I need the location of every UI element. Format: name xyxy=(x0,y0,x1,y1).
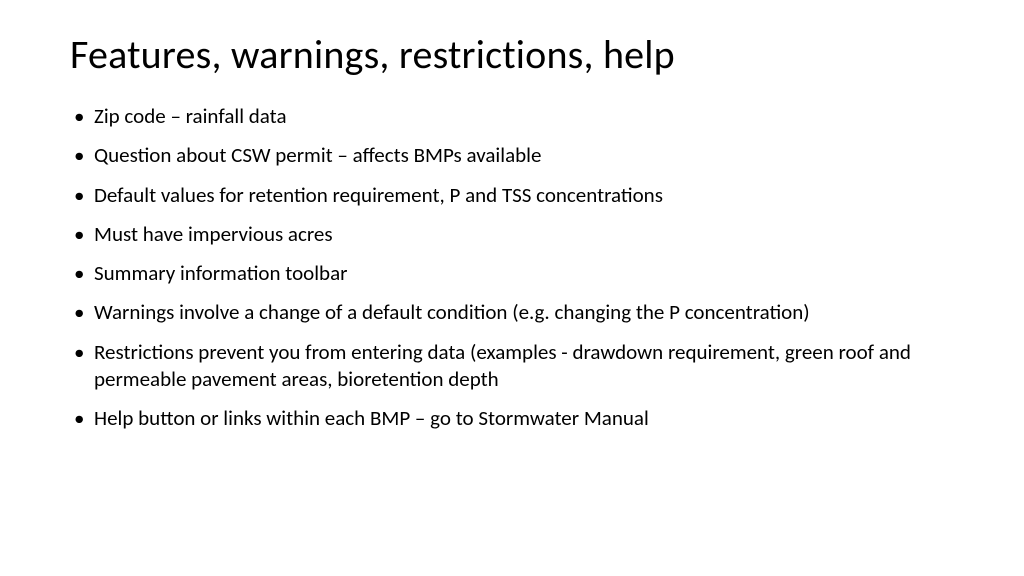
list-item: Zip code – rainfall data xyxy=(70,103,954,130)
list-item: Restrictions prevent you from entering d… xyxy=(70,339,954,394)
list-item: Default values for retention requirement… xyxy=(70,182,954,209)
bullet-list: Zip code – rainfall data Question about … xyxy=(70,103,954,433)
list-item: Question about CSW permit – affects BMPs… xyxy=(70,142,954,169)
list-item: Warnings involve a change of a default c… xyxy=(70,299,954,326)
list-item: Must have impervious acres xyxy=(70,221,954,248)
list-item: Summary information toolbar xyxy=(70,260,954,287)
slide-title: Features, warnings, restrictions, help xyxy=(70,30,954,79)
list-item: Help button or links within each BMP – g… xyxy=(70,405,954,432)
